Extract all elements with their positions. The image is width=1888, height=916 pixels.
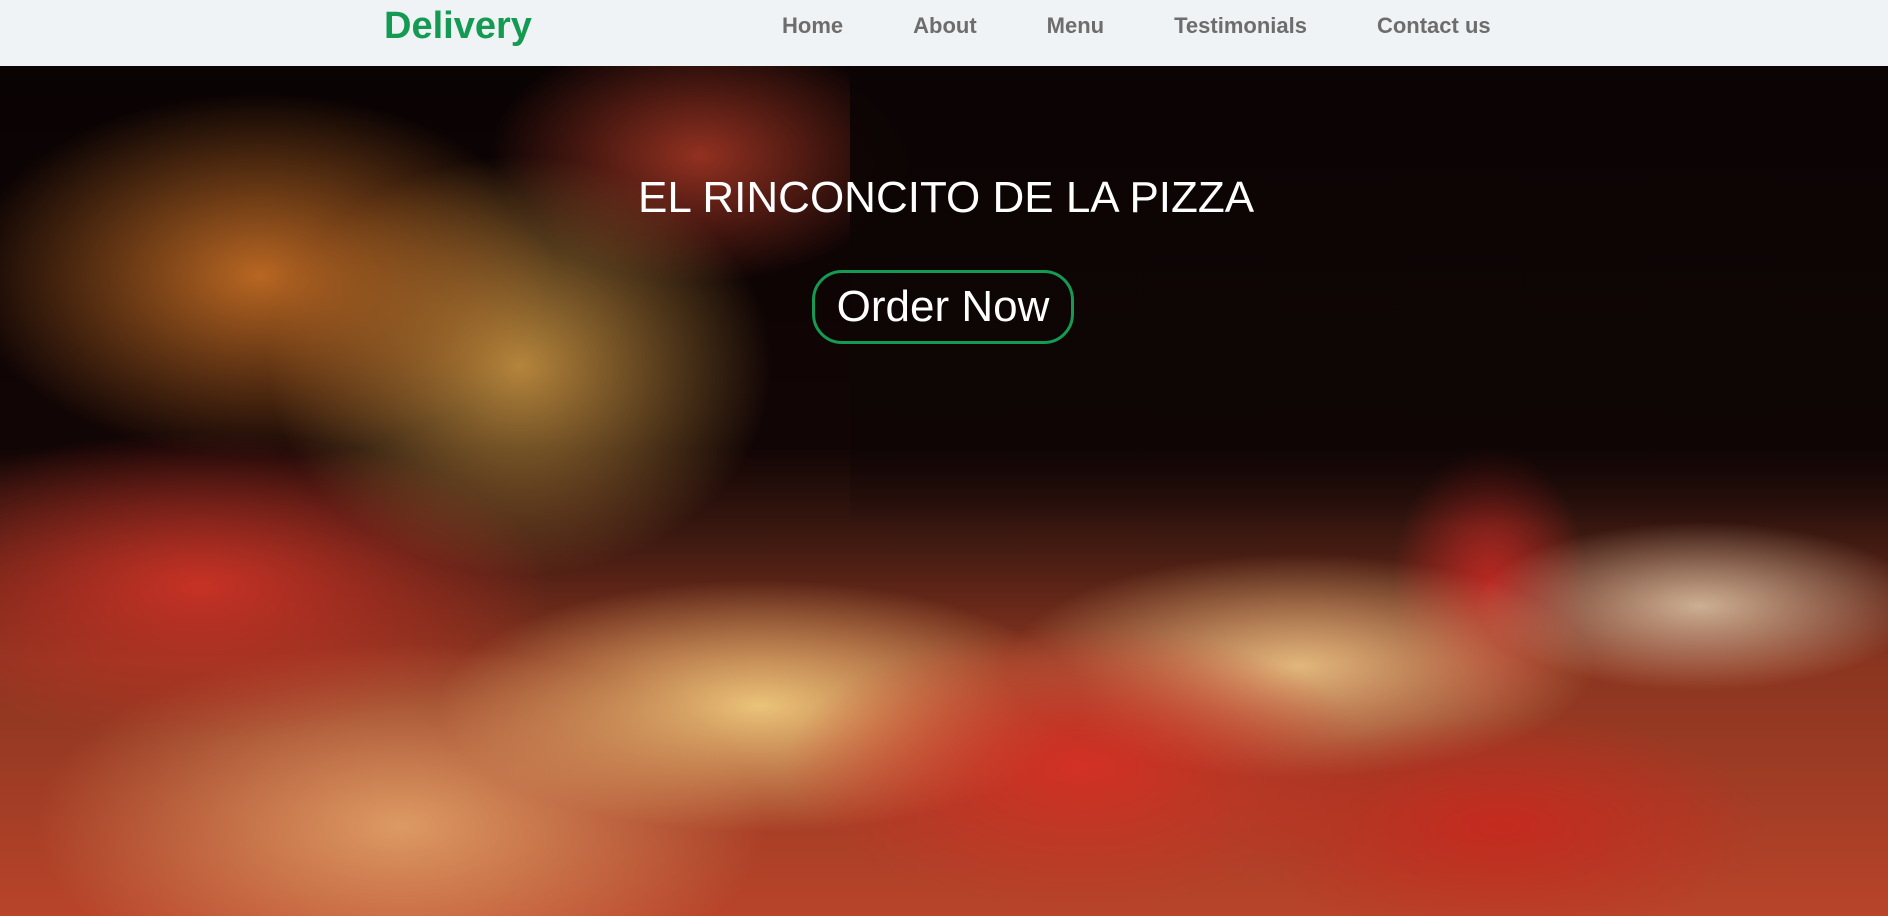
nav-link-home[interactable]: Home xyxy=(782,12,843,40)
hero-title: EL RINCONCITO DE LA PIZZA xyxy=(638,173,1255,222)
nav-links: Home About Menu Testimonials Contact us xyxy=(782,12,1491,40)
nav-link-menu[interactable]: Menu xyxy=(1047,12,1104,40)
nav-link-testimonials[interactable]: Testimonials xyxy=(1174,12,1307,40)
brand-logo[interactable]: Delivery xyxy=(384,4,532,48)
nav-link-about[interactable]: About xyxy=(913,12,977,40)
hero-section: EL RINCONCITO DE LA PIZZA Order Now xyxy=(0,66,1888,916)
order-now-button[interactable]: Order Now xyxy=(812,270,1074,344)
nav-link-contact[interactable]: Contact us xyxy=(1377,12,1491,40)
navbar: Delivery Home About Menu Testimonials Co… xyxy=(0,0,1888,66)
